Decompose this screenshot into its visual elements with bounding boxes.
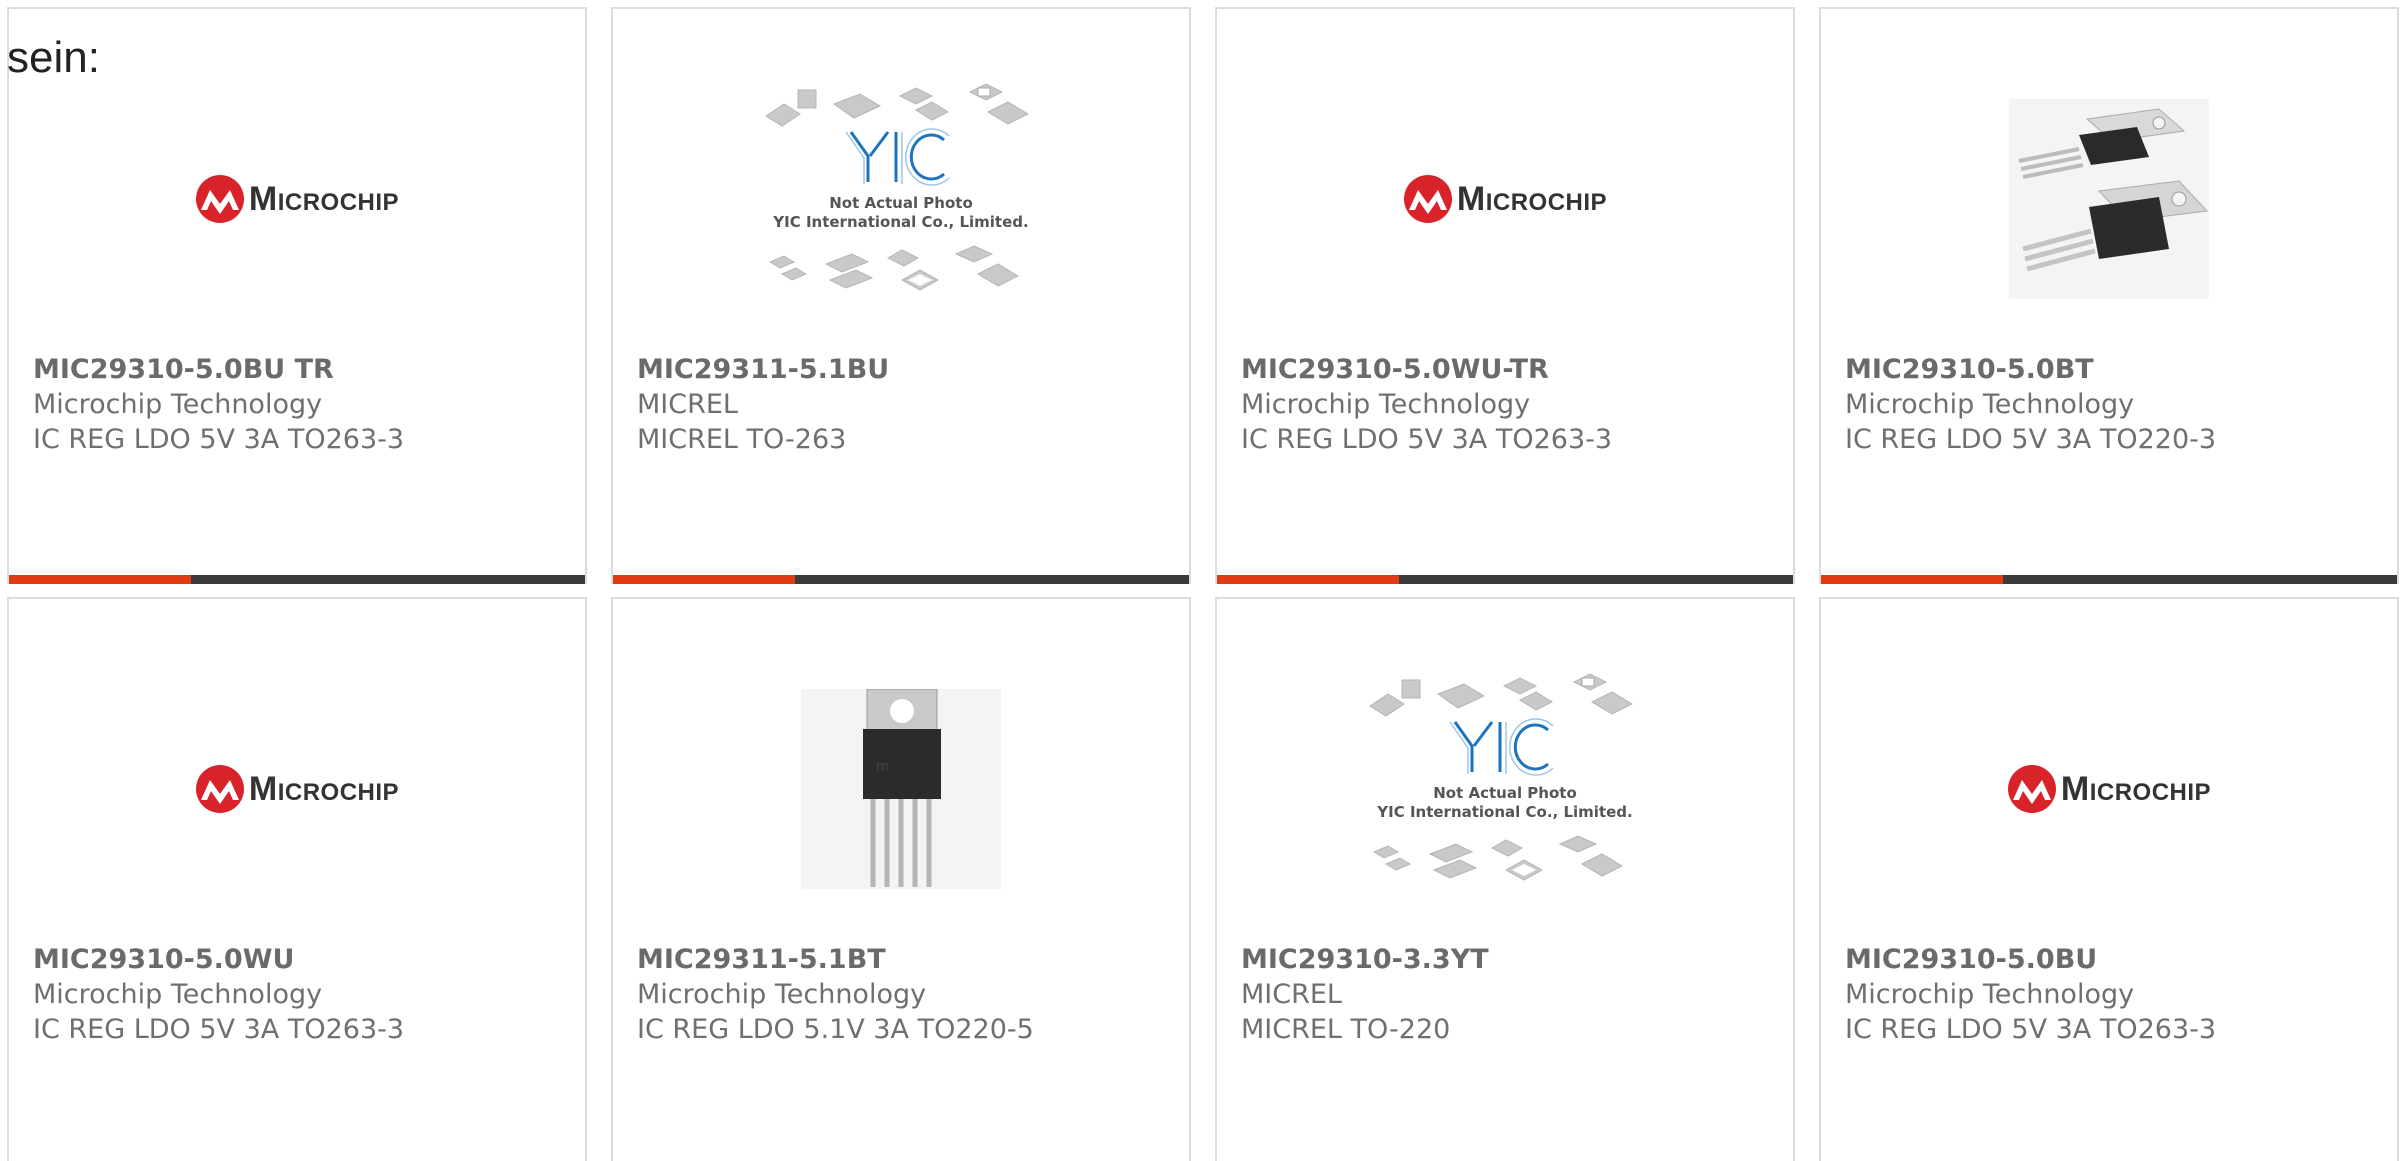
card-accent-strip <box>1821 575 2003 584</box>
manufacturer: Microchip Technology <box>1845 979 2135 1010</box>
manufacturer: Microchip Technology <box>33 979 323 1010</box>
microchip-logo: Microchip <box>2007 764 2211 814</box>
manufacturer: Microchip Technology <box>33 389 323 420</box>
microchip-logo: Microchip <box>195 764 399 814</box>
placeholder-line2: YIC International Co., Limited. <box>772 213 1028 231</box>
yic-placeholder-image: Not Actual Photo YIC International Co., … <box>765 83 1030 291</box>
microchip-mark-icon <box>195 765 244 813</box>
part-number[interactable]: MIC29310-5.0WU <box>33 942 565 977</box>
description: IC REG LDO 5V 3A TO263-3 <box>33 424 405 455</box>
to220-5-photo: m <box>801 689 1001 889</box>
product-image[interactable]: Microchip <box>9 49 585 349</box>
product-info: MIC29310-5.0BU Microchip Technology IC REG… <box>1845 942 2377 1047</box>
card-accent-strip <box>613 575 795 584</box>
description: IC REG LDO 5V 3A TO220-3 <box>1845 424 2217 455</box>
microchip-wordmark: Microchip <box>248 179 400 218</box>
product-image[interactable]: Microchip <box>1217 49 1793 349</box>
part-number[interactable]: MIC29310-5.0BT <box>1845 352 2377 387</box>
product-info: MIC29310-5.0WU Microchip Technology IC REG… <box>33 942 565 1047</box>
product-info: MIC29310-5.0BT Microchip Technology IC REG… <box>1845 352 2377 457</box>
microchip-logo: Microchip <box>1403 174 1607 224</box>
product-info: MIC29310-5.0BU TR Microchip Technology IC … <box>33 352 565 457</box>
part-number[interactable]: MIC29310-5.0WU-TR <box>1241 352 1773 387</box>
product-info: MIC29310-3.3YT MICREL MICREL TO-220 <box>1241 942 1773 1047</box>
microchip-wordmark: Microchip <box>1456 179 1608 218</box>
part-number[interactable]: MIC29311-5.1BT <box>637 942 1169 977</box>
part-number[interactable]: MIC29311-5.1BU <box>637 352 1169 387</box>
product-image[interactable]: Microchip <box>9 639 585 939</box>
product-card[interactable]: Microchip MIC29310-5.0BU TR Microchip Tec… <box>7 7 587 584</box>
svg-text:m: m <box>876 759 890 775</box>
microchip-wordmark: Microchip <box>248 769 400 808</box>
to220-3-photo <box>2009 99 2209 299</box>
microchip-wordmark: Microchip <box>2060 769 2212 808</box>
yic-placeholder-image: Not Actual Photo YIC International Co., … <box>1369 673 1634 881</box>
product-image[interactable] <box>1821 49 2397 349</box>
card-accent-strip <box>9 575 191 584</box>
product-card[interactable]: Microchip MIC29310-5.0WU-TR Microchip Tec… <box>1215 7 1795 584</box>
product-info: MIC29311-5.1BU MICREL MICREL TO-263 <box>637 352 1169 457</box>
product-card[interactable]: Microchip MIC29310-5.0WU Microchip Techno… <box>7 597 587 1161</box>
product-card[interactable]: m MIC29311-5.1BT Microchip Technology IC R… <box>611 597 1191 1161</box>
product-image[interactable]: Not Actual Photo YIC International Co., … <box>613 49 1189 349</box>
part-number[interactable]: MIC29310-5.0BU <box>1845 942 2377 977</box>
intro-text: sein: <box>7 33 100 82</box>
description: IC REG LDO 5V 3A TO263-3 <box>1241 424 1613 455</box>
product-card[interactable]: Not Actual Photo YIC International Co., … <box>611 7 1191 584</box>
microchip-logo: Microchip <box>195 174 399 224</box>
card-footer-bar <box>1821 575 2397 584</box>
description: IC REG LDO 5.1V 3A TO220-5 <box>637 1014 1034 1045</box>
manufacturer: MICREL <box>637 389 738 420</box>
manufacturer: Microchip Technology <box>1845 389 2135 420</box>
description: MICREL TO-220 <box>1241 1014 1451 1045</box>
manufacturer: MICREL <box>1241 979 1342 1010</box>
part-number[interactable]: MIC29310-5.0BU TR <box>33 352 565 387</box>
description: IC REG LDO 5V 3A TO263-3 <box>1845 1014 2217 1045</box>
manufacturer: Microchip Technology <box>1241 389 1531 420</box>
product-card[interactable]: MIC29310-5.0BT Microchip Technology IC REG… <box>1819 7 2399 584</box>
card-footer-bar <box>613 575 1189 584</box>
placeholder-line1: Not Actual Photo <box>1433 784 1577 802</box>
product-image[interactable]: m <box>613 639 1189 939</box>
part-number[interactable]: MIC29310-3.3YT <box>1241 942 1773 977</box>
microchip-mark-icon <box>195 175 244 223</box>
product-info: MIC29310-5.0WU-TR Microchip Technology IC … <box>1241 352 1773 457</box>
microchip-mark-icon <box>1403 175 1452 223</box>
card-footer-bar <box>9 575 585 584</box>
placeholder-line2: YIC International Co., Limited. <box>1376 803 1632 821</box>
product-image[interactable]: Microchip <box>1821 639 2397 939</box>
placeholder-line1: Not Actual Photo <box>829 194 973 212</box>
card-accent-strip <box>1217 575 1399 584</box>
product-card[interactable]: Microchip MIC29310-5.0BU Microchip Techno… <box>1819 597 2399 1161</box>
product-info: MIC29311-5.1BT Microchip Technology IC REG… <box>637 942 1169 1047</box>
product-card[interactable]: Not Actual Photo YIC International Co., … <box>1215 597 1795 1161</box>
manufacturer: Microchip Technology <box>637 979 927 1010</box>
microchip-mark-icon <box>2007 765 2056 813</box>
description: MICREL TO-263 <box>637 424 847 455</box>
product-grid-page: sein: Microchip MIC29310-5.0BU TR Microch… <box>0 0 2400 1161</box>
description: IC REG LDO 5V 3A TO263-3 <box>33 1014 405 1045</box>
card-footer-bar <box>1217 575 1793 584</box>
product-image[interactable]: Not Actual Photo YIC International Co., … <box>1217 639 1793 939</box>
